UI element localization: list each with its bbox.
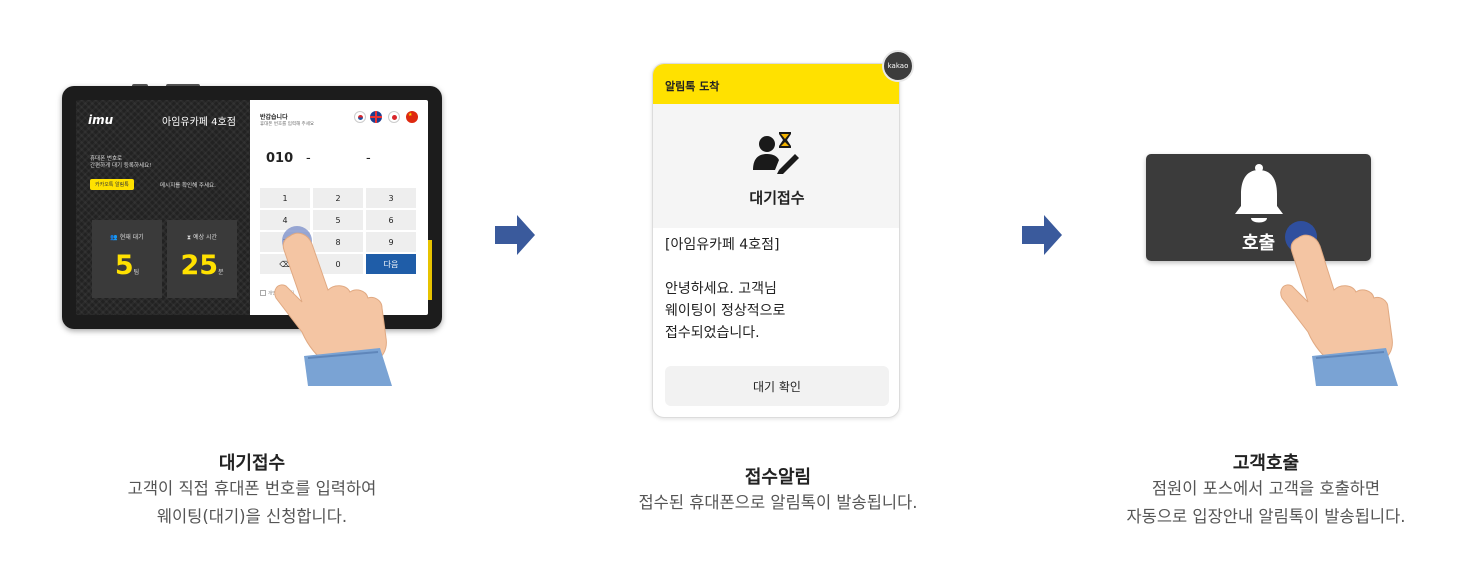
- step1-desc-line: 고객이 직접 휴대폰 번호를 입력하여: [127, 479, 377, 498]
- kiosk-info-panel: imu 아임유카페 4호점 휴대폰 번호로 간편하게 대기 등록하세요! 카카오…: [76, 100, 250, 315]
- step1-title: 대기접수: [218, 453, 286, 474]
- card-hero-title: 대기접수: [749, 189, 805, 207]
- wait-confirm-button[interactable]: 대기 확인: [665, 366, 889, 406]
- hand-pointer-icon: [274, 232, 392, 386]
- user-group-icon: 👥: [110, 234, 118, 241]
- phone-prefix: 010: [266, 151, 294, 166]
- arrow-right-icon: [1022, 215, 1062, 255]
- store-name: 아임유카페 4호점: [162, 117, 236, 128]
- current-wait-label: 👥 현재 대기: [92, 232, 162, 241]
- step2-desc-line: 접수된 휴대폰으로 알림톡이 발송됩니다.: [638, 493, 918, 512]
- hourglass-icon: ⧗: [186, 234, 192, 241]
- greeting: 반갑습니다: [260, 114, 288, 121]
- step1-desc-line: 웨이팅(대기)을 신청합니다.: [156, 507, 348, 526]
- expected-time-value: 25분: [167, 250, 237, 281]
- step3-desc-line: 자동으로 입장안내 알림톡이 발송됩니다.: [1126, 507, 1406, 526]
- bell-icon: [1235, 164, 1283, 223]
- arrow-right-icon: [495, 215, 535, 255]
- card-message-line: [아임유카페 4호점]: [665, 237, 780, 253]
- guide-line: 간편하게 대기 등록하세요!: [90, 163, 152, 169]
- card-message-line: 접수되었습니다.: [665, 325, 760, 341]
- expected-time-label: ⧗ 예상 시간: [167, 232, 237, 242]
- tablet-edge-accent: [428, 240, 432, 300]
- guide-line: 휴대폰 번호로: [90, 156, 123, 162]
- key-2[interactable]: 2: [313, 188, 363, 208]
- brand-logo: imu: [88, 113, 114, 127]
- language-flags: ★: [354, 111, 420, 125]
- phone-dash: -: [366, 151, 371, 166]
- card-message-line: 웨이팅이 정상적으로: [665, 303, 786, 319]
- card-hero: [653, 104, 899, 228]
- expected-time-card: ⧗ 예상 시간 25분: [167, 220, 237, 298]
- guide-text: 휴대폰 번호로 간편하게 대기 등록하세요!: [90, 156, 240, 170]
- kakao-message-card: 알림톡 도착 대기접수 [아임유카페 4호점] 안녕하세요. 고객님 웨이팅이 …: [652, 63, 900, 418]
- expected-time-label-text: 예상 시간: [193, 234, 218, 241]
- japan-flag-icon[interactable]: [388, 111, 400, 123]
- expected-time-unit: 분: [218, 269, 224, 276]
- card-header-title: 알림톡 도착: [665, 80, 720, 93]
- card-header: 알림톡 도착: [653, 64, 899, 104]
- kakao-desc: 메시지를 확인해 주세요.: [160, 183, 216, 189]
- current-wait-unit: 팀: [133, 269, 140, 276]
- korea-flag-icon[interactable]: [354, 111, 366, 123]
- key-3[interactable]: 3: [366, 188, 416, 208]
- step2-title: 접수알림: [744, 467, 812, 488]
- current-wait-number: 5: [114, 250, 134, 281]
- china-flag-icon[interactable]: ★: [406, 111, 418, 123]
- kakao-badge: 카카오톡 알림톡: [90, 179, 134, 190]
- uk-flag-icon[interactable]: [370, 111, 382, 123]
- current-wait-value: 5팀: [92, 250, 162, 281]
- kakao-badge-icon: kakao: [882, 50, 914, 82]
- key-1[interactable]: 1: [260, 188, 310, 208]
- step3-desc-line: 점원이 포스에서 고객을 호출하면: [1151, 479, 1381, 498]
- card-message: [아임유카페 4호점] 안녕하세요. 고객님 웨이팅이 정상적으로 접수되었습니…: [665, 234, 891, 344]
- step3-desc: 점원이 포스에서 고객을 호출하면 자동으로 입장안내 알림톡이 발송됩니다.: [1076, 475, 1456, 531]
- step3-title: 고객호출: [1232, 453, 1300, 474]
- greeting-sub: 휴대폰 번호를 입력해 주세요: [260, 122, 314, 127]
- user-hourglass-icon: [753, 132, 799, 174]
- step2-desc: 접수된 휴대폰으로 알림톡이 발송됩니다.: [588, 489, 968, 517]
- current-wait-card: 👥 현재 대기 5팀: [92, 220, 162, 298]
- current-wait-label-text: 현재 대기: [119, 234, 144, 241]
- checkbox-icon: [260, 290, 266, 296]
- key-5[interactable]: 5: [313, 210, 363, 230]
- key-6[interactable]: 6: [366, 210, 416, 230]
- card-message-line: 안녕하세요. 고객님: [665, 281, 777, 297]
- step1-desc: 고객이 직접 휴대폰 번호를 입력하여 웨이팅(대기)을 신청합니다.: [72, 475, 432, 531]
- expected-time-number: 25: [180, 250, 219, 281]
- phone-dash: -: [306, 151, 311, 166]
- hand-pointer-icon: [1280, 234, 1398, 386]
